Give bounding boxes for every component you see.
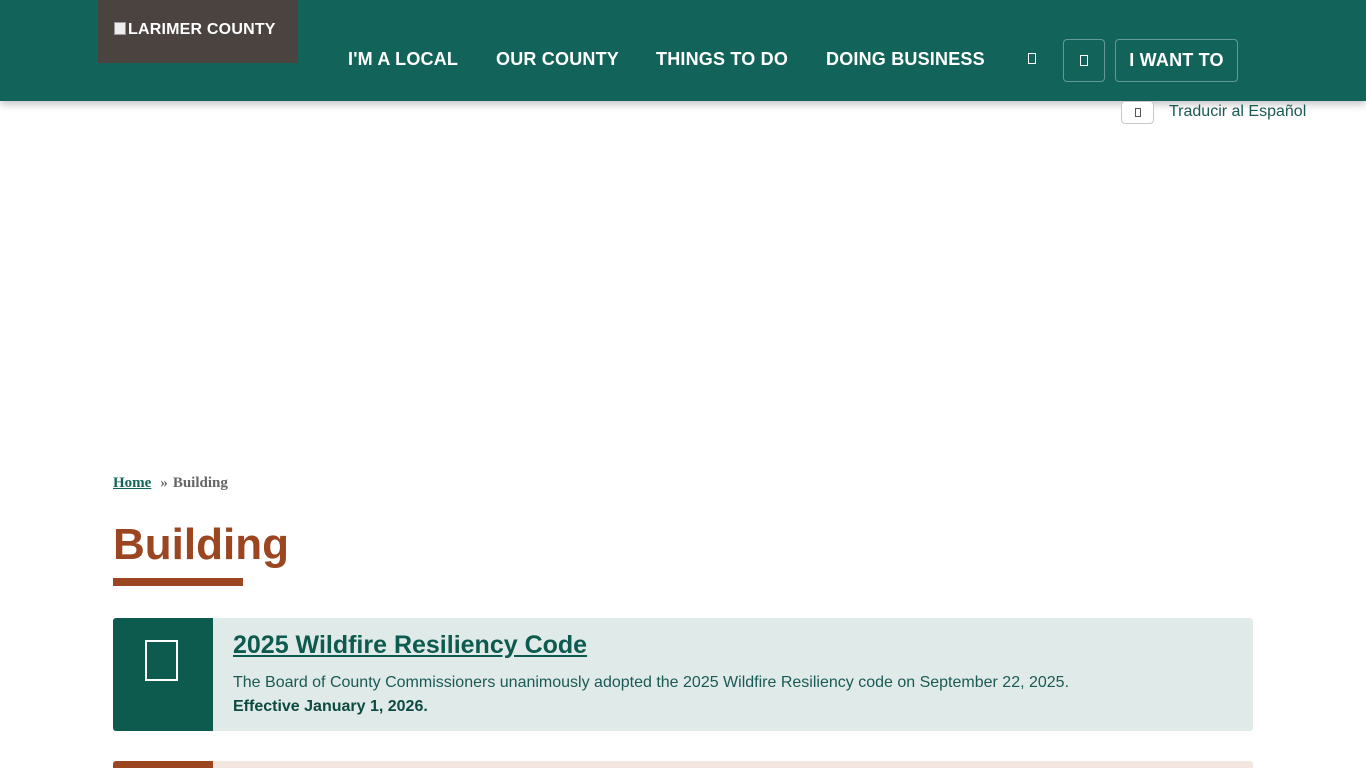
breadcrumb-current: Building <box>172 475 228 491</box>
menu-button[interactable] <box>1063 39 1105 82</box>
translate-button[interactable] <box>1121 101 1154 124</box>
logo-alt-text: LARIMER COUNTY <box>114 21 276 39</box>
document-icon <box>145 640 178 681</box>
notice-effective-date: Effective January 1, 2026. <box>233 698 428 715</box>
nav-item-doing-business[interactable]: DOING BUSINESS <box>826 49 985 70</box>
title-underline <box>113 578 243 586</box>
next-notice-accent <box>113 761 213 768</box>
page-title: Building <box>113 520 289 569</box>
site-header: LARIMER COUNTY I'M A LOCAL OUR COUNTY TH… <box>0 0 1366 101</box>
breadcrumb-home-link[interactable]: Home <box>113 475 151 491</box>
i-want-to-button[interactable]: I WANT TO <box>1115 39 1238 82</box>
nav-item-im-a-local[interactable]: I'M A LOCAL <box>348 49 458 70</box>
search-icon[interactable] <box>1025 50 1041 68</box>
next-notice-card <box>113 761 1253 768</box>
translate-link[interactable]: Traducir al Español <box>1169 103 1306 121</box>
logo-label: LARIMER COUNTY <box>128 21 276 38</box>
county-logo[interactable]: LARIMER COUNTY <box>98 0 298 63</box>
nav-item-our-county[interactable]: OUR COUNTY <box>496 49 619 70</box>
breadcrumb-separator: » <box>160 475 168 491</box>
broken-image-icon <box>114 22 126 35</box>
notice-title-link[interactable]: 2025 Wildfire Resiliency Code <box>233 631 587 660</box>
globe-icon <box>1134 108 1141 117</box>
menu-icon <box>1080 55 1088 66</box>
notice-icon-column <box>113 618 213 731</box>
breadcrumb: Home » Building <box>113 475 228 492</box>
wildfire-code-notice: 2025 Wildfire Resiliency Code The Board … <box>113 618 1253 731</box>
notice-text: The Board of County Commissioners unanim… <box>233 674 1070 691</box>
nav-item-things-to-do[interactable]: THINGS TO DO <box>656 49 788 70</box>
i-want-to-label: I WANT TO <box>1129 50 1224 70</box>
